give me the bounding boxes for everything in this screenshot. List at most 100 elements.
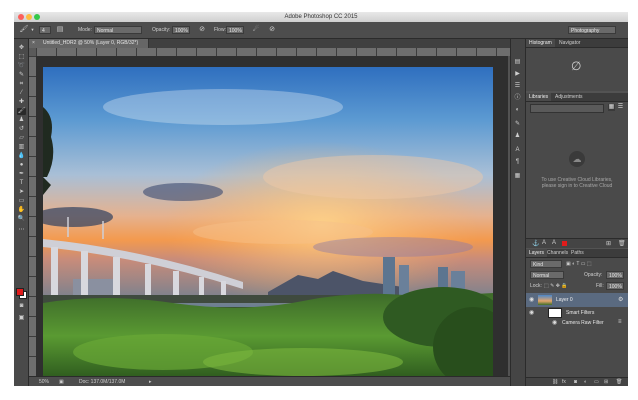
type-tool-icon[interactable]: T (17, 180, 26, 187)
libraries-tabs: Libraries Adjustments (526, 93, 628, 102)
hand-tool-icon[interactable]: ✋ (17, 207, 26, 214)
smart-filters-eye-icon[interactable]: ◉ (529, 309, 534, 316)
paragraph-panel-icon[interactable]: ¶ (513, 159, 522, 166)
info-panel-icon[interactable]: ⓘ (513, 95, 522, 102)
library-color-icon[interactable] (562, 241, 567, 246)
path-select-tool-icon[interactable]: ➤ (17, 189, 26, 196)
brush-tool-preset-icon[interactable]: 🖌 (19, 26, 29, 34)
ruler-origin[interactable] (29, 48, 36, 56)
character-panel-icon[interactable]: A (513, 147, 522, 154)
smart-filters-row[interactable]: ◉ Smart Filters (526, 307, 628, 318)
blend-mode-select[interactable]: Normal (530, 271, 564, 279)
pressure-size-icon[interactable]: ⊘ (268, 26, 276, 34)
photoshop-window: Adobe Photoshop CC 2015 🖌 ▼ 4 ▤ Mode: No… (14, 12, 628, 386)
document-tab[interactable]: Untitled_HDR2 @ 50% (Layer 0, RGB/32*) × (29, 39, 149, 48)
flow-field[interactable]: 100% (226, 26, 244, 34)
workspace-select[interactable]: Photography (568, 26, 616, 34)
pen-tool-icon[interactable]: ✒ (17, 171, 26, 178)
shape-tool-icon[interactable]: ▭ (17, 198, 26, 205)
opacity-field[interactable]: 100% (172, 26, 190, 34)
visibility-eye-icon[interactable]: ◉ (529, 296, 534, 303)
library-delete-icon[interactable]: 🗑 (618, 240, 626, 247)
flow-label: Flow: (214, 27, 226, 33)
gradient-tool-icon[interactable]: ▥ (17, 144, 26, 151)
screen-mode-icon[interactable]: ▣ (17, 315, 26, 322)
grid-view-icon[interactable]: ▦ (608, 104, 615, 111)
brush-size-picker[interactable]: 4 (39, 26, 51, 34)
app-title: Adobe Photoshop CC 2015 (284, 14, 358, 20)
layer-row[interactable]: ◉ Layer 0 ⚙ (526, 293, 628, 307)
history-brush-tool-icon[interactable]: ↺ (17, 126, 26, 133)
eyedropper-tool-icon[interactable]: ⁄ (17, 90, 26, 97)
layer-style-icon[interactable]: fx (562, 378, 566, 386)
layer-filter-icons[interactable]: ▣ ◐ T ▭ ⬚ (566, 260, 592, 268)
link-layers-icon[interactable]: ⛓ (552, 378, 558, 386)
list-view-icon[interactable]: ☰ (617, 104, 624, 111)
brush-tool-icon[interactable]: 🖌 (17, 108, 26, 115)
eraser-tool-icon[interactable]: ▱ (17, 135, 26, 142)
library-text-icon[interactable]: A (542, 240, 546, 246)
layer-name[interactable]: Layer 0 (556, 297, 573, 303)
creative-cloud-icon: ☁ (569, 151, 585, 167)
quick-select-tool-icon[interactable]: ✎ (17, 72, 26, 79)
layer-opacity-field[interactable]: 100% (606, 271, 624, 279)
camera-raw-filter-label: Camera Raw Filter (562, 320, 604, 326)
add-mask-icon[interactable]: ◙ (574, 378, 577, 386)
new-group-icon[interactable]: ▭ (594, 378, 599, 386)
healing-brush-tool-icon[interactable]: ✚ (17, 99, 26, 106)
camera-raw-eye-icon[interactable]: ◉ (552, 319, 557, 326)
lasso-tool-icon[interactable]: ➰ (17, 63, 26, 70)
tab-libraries[interactable]: Libraries (526, 93, 552, 101)
camera-raw-filter-row[interactable]: ◉ Camera Raw Filter ≡ (526, 318, 628, 328)
status-menu-arrow-icon[interactable]: ▸ (149, 377, 152, 386)
tab-histogram[interactable]: Histogram (526, 39, 555, 47)
library-select[interactable] (530, 104, 604, 113)
mode-select[interactable]: Normal (94, 26, 142, 34)
glyphs-panel-icon[interactable]: ▦ (513, 173, 522, 180)
more-tools-icon[interactable]: ⋯ (17, 227, 26, 234)
blur-tool-icon[interactable]: 💧 (17, 153, 26, 160)
fill-field[interactable]: 100% (606, 282, 624, 290)
library-font-icon[interactable]: A (552, 240, 556, 246)
lock-label: Lock: (530, 283, 542, 289)
status-icon: ▣ (59, 379, 64, 385)
chevron-down-icon[interactable]: ▼ (30, 26, 35, 34)
dodge-tool-icon[interactable]: ● (17, 162, 26, 169)
foreground-color-swatch[interactable] (16, 288, 24, 296)
brush-panel-icon[interactable]: ✎ (513, 121, 522, 128)
fill-label: Fill: (596, 283, 604, 289)
history-panel-icon[interactable]: ▤ (513, 59, 522, 66)
tab-navigator[interactable]: Navigator (556, 39, 583, 47)
clone-stamp-tool-icon[interactable]: ♟ (17, 117, 26, 124)
horizontal-ruler[interactable] (36, 48, 510, 56)
airbrush-icon[interactable]: ☄ (252, 26, 260, 34)
move-tool-icon[interactable]: ✥ (17, 45, 26, 52)
new-layer-icon[interactable]: ⊞ (604, 378, 608, 386)
adjustment-layer-icon[interactable]: ◐ (584, 378, 587, 386)
delete-layer-icon[interactable]: 🗑 (616, 378, 622, 386)
color-panel-icon[interactable]: ◐ (513, 107, 522, 114)
document-image[interactable] (43, 67, 493, 379)
clone-source-icon[interactable]: ♟ (513, 133, 522, 140)
marquee-tool-icon[interactable]: ⬚ (17, 54, 26, 61)
close-tab-icon[interactable]: × (32, 39, 35, 48)
tab-paths[interactable]: Paths (568, 249, 587, 257)
actions-panel-icon[interactable]: ▶ (513, 71, 522, 78)
library-add-icon[interactable]: ⊞ (606, 240, 611, 247)
library-graphic-icon[interactable]: ⚓ (532, 240, 539, 247)
filter-options-icon[interactable]: ≡ (618, 319, 622, 325)
properties-panel-icon[interactable]: ☰ (513, 83, 522, 90)
brush-panel-icon[interactable]: ▤ (56, 26, 64, 34)
crop-tool-icon[interactable]: ⌗ (17, 81, 26, 88)
tab-adjustments[interactable]: Adjustments (552, 93, 586, 101)
layers-tabs: Layers Channels Paths (526, 249, 628, 258)
vertical-ruler[interactable] (29, 56, 36, 376)
lock-icons[interactable]: ⬚ ✎ ✥ 🔒 (544, 282, 568, 290)
layer-filter-kind[interactable]: Kind (530, 260, 562, 268)
quick-mask-icon[interactable]: ◙ (17, 303, 26, 310)
zoom-level[interactable]: 50% (39, 377, 49, 386)
document-size: Doc: 137.0M/137.0M (79, 379, 126, 385)
pressure-opacity-icon[interactable]: ⊘ (198, 26, 206, 34)
options-bar: 🖌 ▼ 4 ▤ Mode: Normal Opacity: 100% ⊘ Flo… (14, 22, 628, 39)
zoom-tool-icon[interactable]: 🔍 (17, 216, 26, 223)
